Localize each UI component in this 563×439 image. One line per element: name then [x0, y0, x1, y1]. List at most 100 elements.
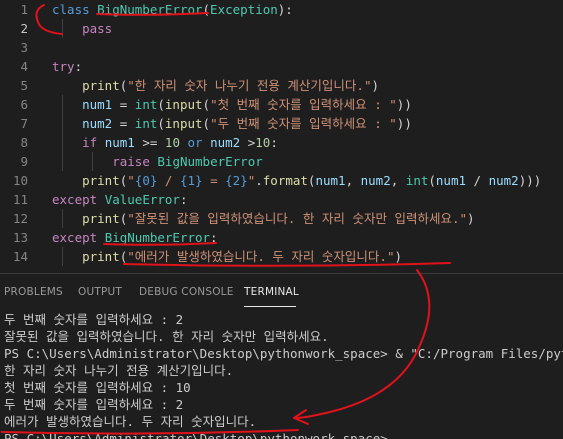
terminal-line: 잘못된 값을 입력하였습니다. 한 자리 숫자만 입력하세요. — [4, 329, 329, 344]
tab-problems[interactable]: PROBLEMS — [4, 286, 63, 298]
bottom-panel: PROBLEMS OUTPUT DEBUG CONSOLE TERMINAL 두… — [0, 273, 563, 439]
code-line[interactable]: 9 raise BigNumberError — [0, 152, 563, 171]
code-token: ( — [202, 97, 211, 112]
code-token: Exception — [210, 2, 278, 17]
code-token: = — [112, 116, 135, 131]
line-number: 14 — [12, 249, 28, 264]
code-token: class — [52, 2, 98, 17]
code-token: print — [82, 249, 120, 264]
line-number: 12 — [12, 211, 28, 226]
code-text: print("{0} / {1} = {2}".format(num1, num… — [52, 171, 541, 190]
code-token: ValueError — [104, 192, 180, 207]
code-line[interactable]: 10 print("{0} / {1} = {2}".format(num1, … — [0, 171, 563, 190]
code-text: print("에러가 발생하였습니다. 두 자리 숫자입니다.") — [52, 247, 402, 266]
code-token: int — [405, 173, 429, 188]
code-token: num1 — [104, 135, 135, 150]
code-token: : — [74, 59, 83, 74]
code-token: ( — [202, 116, 211, 131]
code-line[interactable]: 6 num1 = int(input("첫 번째 숫자를 입력하세요 : ")) — [0, 95, 563, 114]
terminal-line: 두 번째 숫자를 입력하세요 : 2 — [4, 397, 184, 412]
code-text: if num1 >= 10 or num2 >10: — [52, 133, 278, 152]
code-token: {2} — [225, 173, 248, 188]
code-text: num2 = int(input("두 번째 숫자를 입력하세요 : ")) — [52, 114, 412, 133]
panel-tabs: PROBLEMS OUTPUT DEBUG CONSOLE TERMINAL — [0, 274, 563, 310]
code-text: print("한 자리 숫자 나누기 전용 계산기입니다.") — [52, 76, 379, 95]
code-token: >= — [134, 135, 165, 150]
code-token: format — [262, 173, 308, 188]
code-token: ( — [428, 173, 436, 188]
line-number: 2 — [20, 21, 28, 36]
code-line[interactable]: 14 print("에러가 발생하였습니다. 두 자리 숫자입니다.") — [0, 247, 563, 266]
code-token: "에러가 발생하였습니다. 두 자리 숫자입니다." — [127, 249, 395, 264]
code-token: BigNumberError — [157, 154, 263, 169]
code-token: print — [82, 173, 120, 188]
line-number: 3 — [20, 40, 28, 55]
code-token: 10 — [164, 135, 180, 150]
line-number: 9 — [20, 154, 28, 169]
code-line[interactable]: 7 num2 = int(input("두 번째 숫자를 입력하세요 : ")) — [0, 114, 563, 133]
active-tab-indicator — [244, 306, 296, 307]
code-token: 10 — [255, 135, 271, 150]
line-number: 8 — [20, 135, 28, 150]
tab-output[interactable]: OUTPUT — [78, 286, 122, 298]
code-token: num2 — [82, 116, 113, 131]
tab-debug-console[interactable]: DEBUG CONSOLE — [139, 286, 234, 298]
code-token: : — [210, 230, 218, 245]
code-token: )) — [396, 116, 412, 131]
code-token: input — [164, 97, 203, 112]
code-token: num2 — [210, 135, 241, 150]
code-token: = — [112, 97, 135, 112]
code-line[interactable]: 8 if num1 >= 10 or num2 >10: — [0, 133, 563, 152]
code-line[interactable]: 4 try: — [0, 57, 563, 76]
code-line[interactable]: 12 print("잘못된 값을 입력하였습니다. 한 자리 숫자만 입력하세요… — [0, 209, 563, 228]
code-line[interactable]: 13 except BigNumberError: — [0, 228, 563, 247]
code-token: num1 — [315, 173, 346, 188]
code-token: if — [82, 135, 98, 150]
code-token: )) — [396, 97, 412, 112]
code-token: > — [240, 135, 256, 150]
code-token: , — [345, 173, 361, 188]
line-number: 11 — [12, 192, 28, 207]
code-token: pass — [82, 21, 113, 36]
code-text: try: — [52, 57, 82, 76]
code-line[interactable]: 5 print("한 자리 숫자 나누기 전용 계산기입니다.") — [0, 76, 563, 95]
code-token: ( — [202, 2, 211, 17]
line-number: 6 — [20, 97, 28, 112]
code-token: num1 — [435, 173, 467, 188]
code-token: raise — [112, 154, 150, 169]
code-line[interactable]: 3 — [0, 38, 563, 57]
code-token: ) — [394, 249, 403, 264]
code-token: / — [157, 173, 180, 188]
code-text: except BigNumberError: — [52, 228, 218, 247]
code-token: ))) — [518, 173, 542, 188]
terminal-line: 첫 번째 숫자를 입력하세요 : 10 — [4, 380, 191, 395]
code-line[interactable]: 2 pass — [0, 19, 563, 38]
code-token: " — [127, 173, 135, 188]
code-token: num2 — [360, 173, 391, 188]
terminal-line: PS C:\Users\Administrator\Desktop\python… — [4, 346, 563, 361]
tab-terminal[interactable]: TERMINAL — [244, 286, 299, 298]
code-token: int — [134, 116, 158, 131]
code-token: print — [82, 78, 120, 93]
code-text: pass — [52, 19, 112, 38]
line-number: 5 — [20, 78, 28, 93]
terminal-line: 두 번째 숫자를 입력하세요 : 2 — [4, 312, 184, 327]
code-token: / — [466, 173, 489, 188]
line-number: 4 — [20, 59, 28, 74]
code-text: class BigNumberError(Exception): — [52, 0, 293, 19]
line-number: 1 — [20, 2, 28, 17]
code-token: ( — [157, 116, 165, 131]
code-line[interactable]: 1 class BigNumberError(Exception): — [0, 0, 563, 19]
code-editor[interactable]: 1 class BigNumberError(Exception): 2 pass 3… — [0, 0, 563, 273]
code-token: : — [270, 135, 278, 150]
code-token: int — [134, 97, 158, 112]
code-line[interactable]: 11 except ValueError: — [0, 190, 563, 209]
